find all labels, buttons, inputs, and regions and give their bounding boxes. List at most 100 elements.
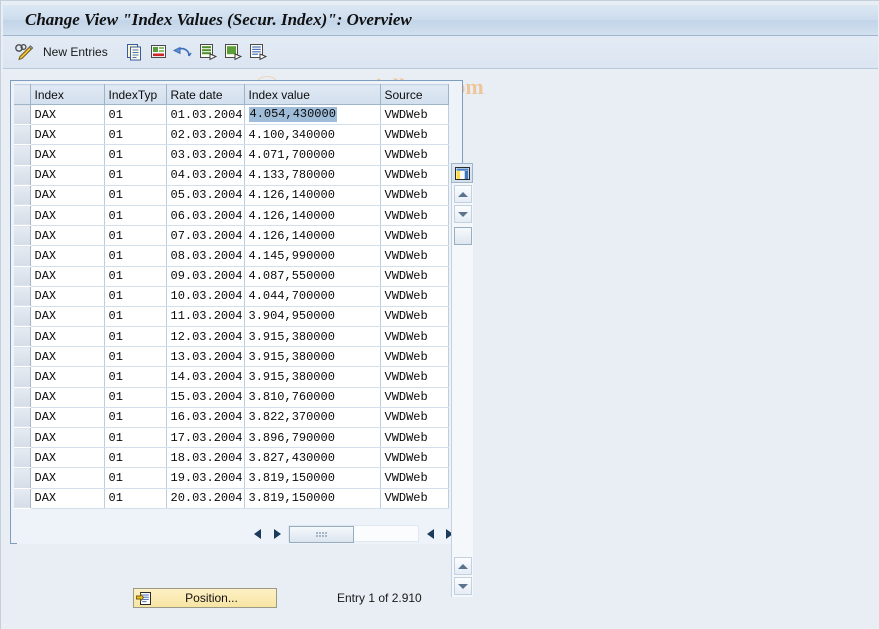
row-selector-cell[interactable] (14, 124, 31, 146)
table-row[interactable]: DAX 01 03.03.2004 4.071,700000 VWDWeb (14, 144, 449, 166)
cell-index[interactable]: DAX (30, 165, 105, 186)
cell-source[interactable]: VWDWeb (380, 447, 449, 469)
row-selector-cell[interactable] (14, 205, 31, 227)
column-header-source[interactable]: Source (380, 84, 449, 105)
column-header-index[interactable]: Index (30, 84, 105, 105)
cell-rate-date[interactable]: 01.03.2004 (166, 104, 245, 126)
cell-index-value[interactable]: 4.126,140000 (244, 205, 381, 227)
cell-source[interactable]: VWDWeb (380, 366, 449, 388)
cell-rate-date[interactable]: 10.03.2004 (166, 286, 245, 307)
hscroll-right-button[interactable] (269, 525, 286, 542)
cell-source[interactable]: VWDWeb (380, 407, 449, 429)
column-header-index-value[interactable]: Index value (244, 84, 381, 105)
cell-index[interactable]: DAX (30, 266, 105, 287)
table-row[interactable]: DAX 01 16.03.2004 3.822,370000 VWDWeb (14, 407, 449, 429)
cell-index[interactable]: DAX (30, 467, 105, 489)
row-selector-cell[interactable] (14, 447, 31, 469)
cell-indextyp[interactable]: 01 (104, 326, 167, 348)
cell-index[interactable]: DAX (30, 104, 105, 126)
vscroll-down-button[interactable] (454, 205, 472, 223)
row-selector-cell[interactable] (14, 346, 31, 368)
cell-index[interactable]: DAX (30, 205, 105, 227)
cell-index-value[interactable]: 3.819,150000 (244, 488, 381, 509)
cell-rate-date[interactable]: 18.03.2004 (166, 447, 245, 469)
cell-rate-date[interactable]: 14.03.2004 (166, 366, 245, 388)
cell-source[interactable]: VWDWeb (380, 306, 449, 328)
cell-index-value[interactable]: 4.044,700000 (244, 286, 381, 307)
cell-index-value[interactable]: 3.810,760000 (244, 387, 381, 408)
cell-indextyp[interactable]: 01 (104, 165, 167, 186)
vscroll-up-button[interactable] (454, 185, 472, 203)
cell-rate-date[interactable]: 07.03.2004 (166, 225, 245, 247)
cell-index[interactable]: DAX (30, 366, 105, 388)
cell-source[interactable]: VWDWeb (380, 205, 449, 227)
cell-source[interactable]: VWDWeb (380, 245, 449, 267)
vscroll-page-up-button[interactable] (454, 557, 472, 575)
cell-indextyp[interactable]: 01 (104, 366, 167, 388)
hscroll-track[interactable] (288, 525, 419, 543)
column-header-rate-date[interactable]: Rate date (166, 84, 245, 105)
cell-rate-date[interactable]: 15.03.2004 (166, 387, 245, 408)
row-selector-cell[interactable] (14, 427, 31, 449)
cell-rate-date[interactable]: 05.03.2004 (166, 185, 245, 206)
vertical-scrollbar[interactable] (451, 183, 473, 597)
position-button[interactable]: Position... (133, 588, 277, 608)
table-row[interactable]: DAX 01 08.03.2004 4.145,990000 VWDWeb (14, 245, 449, 267)
table-row[interactable]: DAX 01 02.03.2004 4.100,340000 VWDWeb (14, 124, 449, 146)
cell-index-value[interactable]: 3.915,380000 (244, 326, 381, 348)
row-selector-cell[interactable] (14, 104, 31, 126)
cell-index-value[interactable]: 4.126,140000 (244, 185, 381, 206)
cell-index[interactable]: DAX (30, 185, 105, 206)
cell-source[interactable]: VWDWeb (380, 165, 449, 186)
cell-indextyp[interactable]: 01 (104, 286, 167, 307)
cell-index-value[interactable]: 4.133,780000 (244, 165, 381, 186)
variant-list-button[interactable] (247, 40, 269, 64)
cell-index[interactable]: DAX (30, 286, 105, 307)
new-entries-button[interactable]: New Entries (43, 40, 108, 64)
cell-index-value[interactable]: 4.145,990000 (244, 245, 381, 267)
row-select-all-header[interactable] (14, 84, 31, 105)
vscroll-page-down-button[interactable] (454, 577, 472, 595)
horizontal-scrollbar[interactable] (17, 524, 464, 544)
cell-source[interactable]: VWDWeb (380, 185, 449, 206)
row-selector-cell[interactable] (14, 185, 31, 206)
cell-source[interactable]: VWDWeb (380, 427, 449, 449)
cell-rate-date[interactable]: 19.03.2004 (166, 467, 245, 489)
cell-index-value[interactable]: 3.822,370000 (244, 407, 381, 429)
cell-index-value[interactable]: 3.915,380000 (244, 366, 381, 388)
cell-rate-date[interactable]: 16.03.2004 (166, 407, 245, 429)
column-header-indextyp[interactable]: IndexTyp (104, 84, 167, 105)
cell-index[interactable]: DAX (30, 245, 105, 267)
row-selector-cell[interactable] (14, 488, 31, 509)
hscroll-page-left-button[interactable] (422, 525, 439, 542)
cell-index[interactable]: DAX (30, 447, 105, 469)
cell-rate-date[interactable]: 17.03.2004 (166, 427, 245, 449)
deselect-all-button[interactable] (222, 40, 244, 64)
row-selector-cell[interactable] (14, 266, 31, 287)
cell-index-value[interactable]: 4.126,140000 (244, 225, 381, 247)
cell-rate-date[interactable]: 04.03.2004 (166, 165, 245, 186)
row-selector-cell[interactable] (14, 467, 31, 489)
cell-source[interactable]: VWDWeb (380, 467, 449, 489)
cell-index[interactable]: DAX (30, 124, 105, 146)
table-row[interactable]: DAX 01 12.03.2004 3.915,380000 VWDWeb (14, 326, 449, 348)
cell-rate-date[interactable]: 02.03.2004 (166, 124, 245, 146)
cell-index-value[interactable]: 4.054,430000 (244, 104, 381, 126)
cell-index[interactable]: DAX (30, 225, 105, 247)
row-selector-cell[interactable] (14, 306, 31, 328)
cell-rate-date[interactable]: 03.03.2004 (166, 144, 245, 166)
cell-rate-date[interactable]: 08.03.2004 (166, 245, 245, 267)
table-row[interactable]: DAX 01 20.03.2004 3.819,150000 VWDWeb (14, 488, 449, 509)
table-row[interactable]: DAX 01 10.03.2004 4.044,700000 VWDWeb (14, 286, 449, 307)
cell-index[interactable]: DAX (30, 488, 105, 509)
table-row[interactable]: DAX 01 17.03.2004 3.896,790000 VWDWeb (14, 427, 449, 449)
cell-indextyp[interactable]: 01 (104, 447, 167, 469)
cell-source[interactable]: VWDWeb (380, 488, 449, 509)
table-settings-button[interactable] (451, 163, 473, 183)
cell-index-value[interactable]: 3.904,950000 (244, 306, 381, 328)
cell-indextyp[interactable]: 01 (104, 266, 167, 287)
table-row[interactable]: DAX 01 19.03.2004 3.819,150000 VWDWeb (14, 467, 449, 489)
cell-rate-date[interactable]: 13.03.2004 (166, 346, 245, 368)
cell-indextyp[interactable]: 01 (104, 387, 167, 408)
cell-indextyp[interactable]: 01 (104, 467, 167, 489)
